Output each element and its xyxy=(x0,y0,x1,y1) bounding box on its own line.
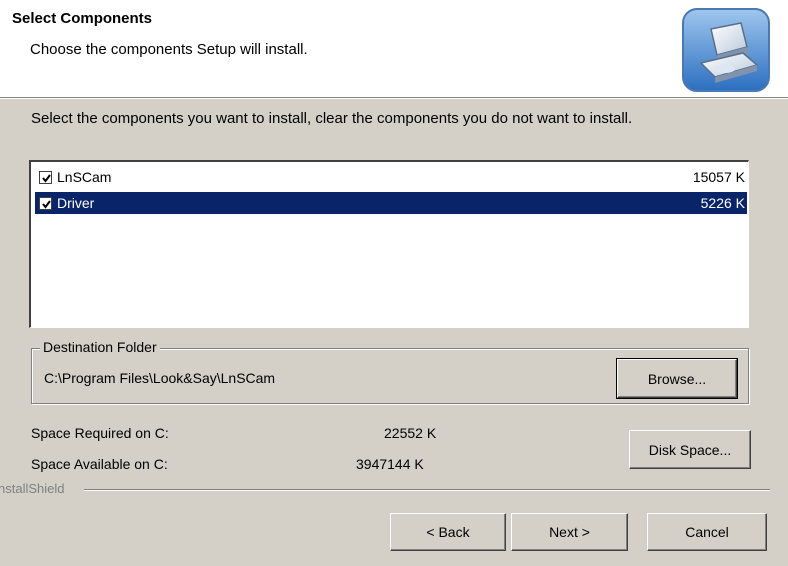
component-checkbox[interactable] xyxy=(39,170,52,184)
destination-folder-label: Destination Folder xyxy=(40,339,160,355)
component-name: Driver xyxy=(57,195,95,211)
back-button[interactable]: < Back xyxy=(390,513,506,551)
space-required-label: Space Required on C: xyxy=(31,425,169,441)
list-item[interactable]: LnSCam 15057 K xyxy=(35,166,747,188)
component-name: LnSCam xyxy=(57,169,112,185)
next-button[interactable]: Next > xyxy=(511,513,628,551)
component-size: 5226 K xyxy=(700,195,745,211)
component-size: 15057 K xyxy=(692,169,745,185)
instruction-text: Select the components you want to instal… xyxy=(31,110,633,127)
checkmark-icon xyxy=(42,199,51,209)
header-divider-highlight xyxy=(0,98,788,99)
browse-button[interactable]: Browse... xyxy=(616,358,738,399)
brand-divider-highlight xyxy=(84,490,770,491)
space-required-value: 22552 K xyxy=(384,425,437,441)
component-checkbox[interactable] xyxy=(39,196,52,210)
setup-computer-icon xyxy=(681,7,771,93)
page-title: Select Components xyxy=(12,10,153,27)
page-subtitle: Choose the components Setup will install… xyxy=(30,41,308,58)
space-available-value: 3947144 K xyxy=(356,456,424,472)
destination-path: C:\Program Files\Look&Say\LnSCam xyxy=(44,370,276,386)
checkmark-icon xyxy=(42,173,51,183)
space-available-label: Space Available on C: xyxy=(31,456,168,472)
installshield-brand: nstallShield xyxy=(0,481,65,496)
cancel-button[interactable]: Cancel xyxy=(647,513,767,551)
components-list[interactable]: LnSCam 15057 K Driver 5226 K xyxy=(29,160,749,328)
header-panel: Select Components Choose the components … xyxy=(0,0,788,97)
list-item[interactable]: Driver 5226 K xyxy=(35,192,747,214)
disk-space-button[interactable]: Disk Space... xyxy=(629,430,751,469)
